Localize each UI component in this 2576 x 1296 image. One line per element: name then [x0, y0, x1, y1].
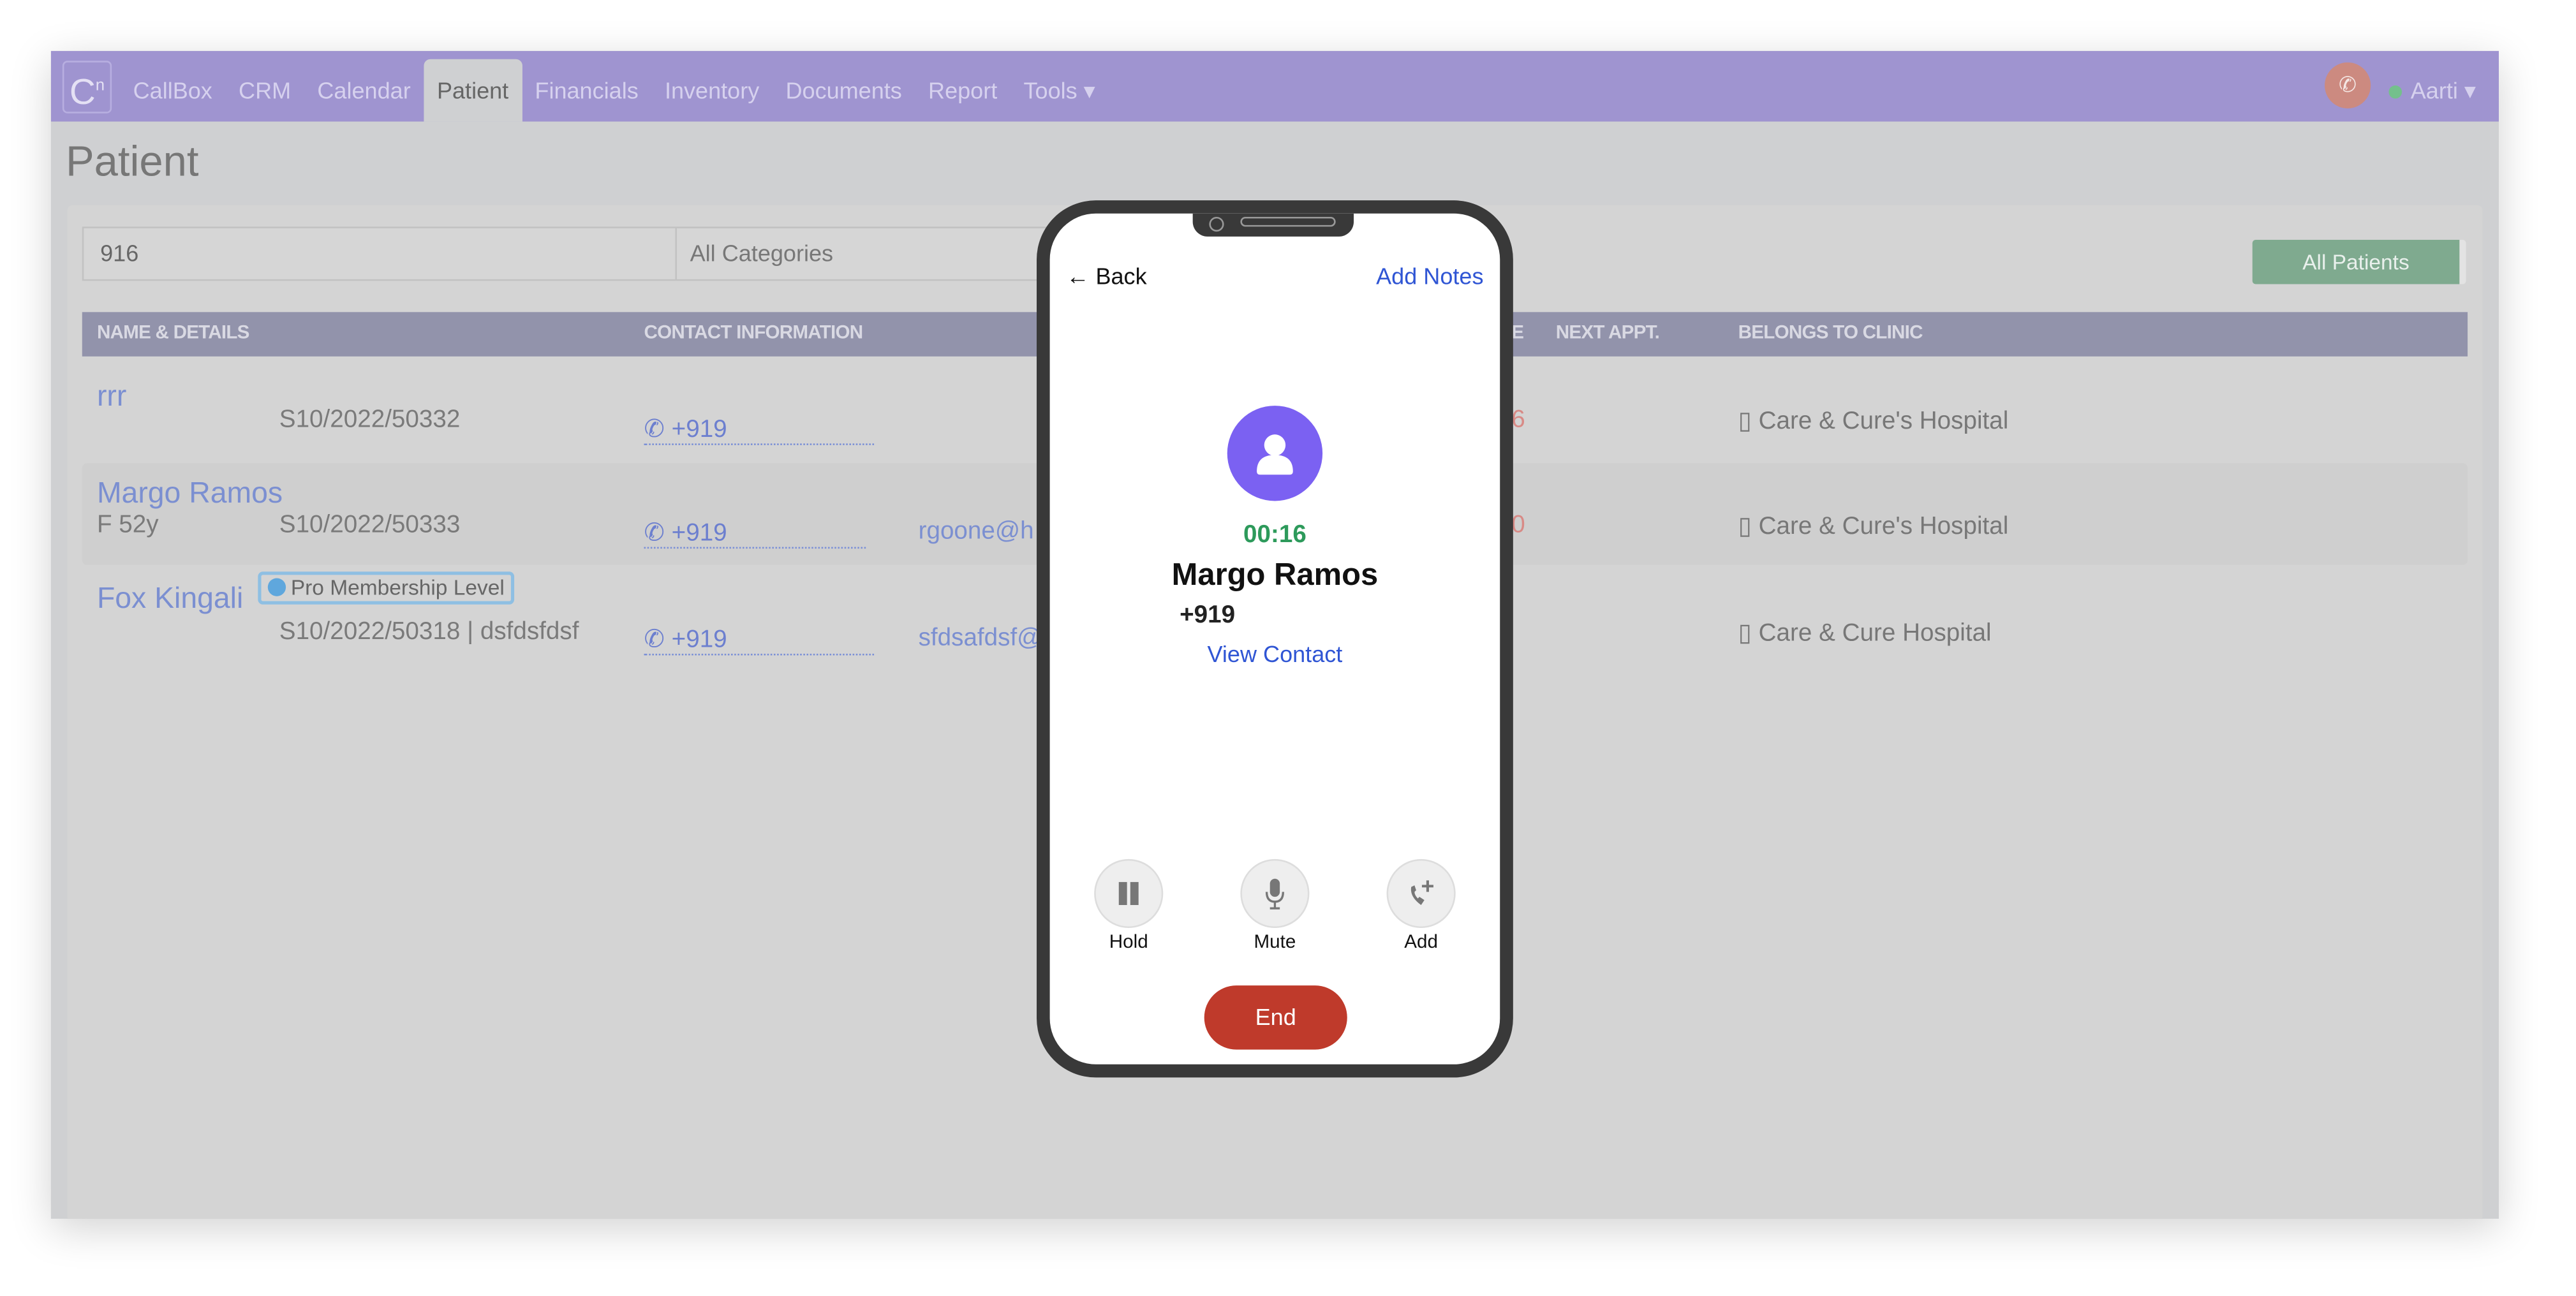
- email-link[interactable]: rgoone@h: [919, 517, 1034, 545]
- nav-inventory[interactable]: Inventory: [651, 51, 773, 122]
- nav-callbox[interactable]: CallBox: [120, 51, 225, 122]
- nav-financials[interactable]: Financials: [522, 51, 652, 122]
- phone-link[interactable]: ✆ +919: [644, 414, 875, 445]
- active-call-icon[interactable]: ✆: [2325, 62, 2371, 108]
- clinic-name: ▯ Care & Cure Hospital: [1738, 619, 1992, 647]
- phone-link[interactable]: ✆ +919: [644, 624, 875, 656]
- caller-name: Margo Ramos: [1171, 558, 1379, 593]
- app-logo[interactable]: Cn: [62, 61, 112, 114]
- add-call-icon: [1410, 880, 1433, 905]
- phone-link[interactable]: ✆ +919: [644, 517, 866, 549]
- user-icon: [1257, 434, 1293, 475]
- nav-report[interactable]: Report: [915, 51, 1010, 122]
- col-next-appt: NEXT APPT.: [1555, 323, 1660, 344]
- top-navbar: Cn CallBox CRM Calendar Patient Financia…: [50, 50, 2499, 122]
- microphone-icon: [1265, 878, 1284, 909]
- phone-number: +919: [671, 415, 727, 444]
- patient-id: S10/2022/50318 | dsfdsfdsf: [279, 617, 579, 646]
- search-input[interactable]: 916: [82, 226, 677, 281]
- col-name: NAME & DETAILS: [96, 323, 250, 344]
- all-patients-button[interactable]: All Patients: [2252, 239, 2466, 284]
- nav-tools-dropdown[interactable]: Tools ▾: [1010, 51, 1109, 122]
- clinic-name: ▯ Care & Cure's Hospital: [1738, 512, 2009, 541]
- page-title: Patient: [66, 136, 199, 186]
- camera-icon: [1209, 216, 1224, 232]
- patient-name-link[interactable]: rrr: [97, 379, 126, 414]
- email-link[interactable]: sfdsafdsf@: [919, 624, 1042, 652]
- nav-patient[interactable]: Patient: [424, 59, 522, 122]
- phone-screen: ← Back Add Notes 00:16 Margo Ramos +919 …: [1049, 213, 1500, 1064]
- add-notes-link[interactable]: Add Notes: [1376, 263, 1483, 289]
- view-contact-link[interactable]: View Contact: [1050, 640, 1500, 666]
- col-partial: E: [1511, 323, 1524, 344]
- logo-letter: C: [69, 71, 96, 112]
- caller-number: +919: [1180, 601, 1236, 630]
- add-label: Add: [1404, 932, 1438, 953]
- clinic-name: ▯ Care & Cure's Hospital: [1738, 407, 2009, 436]
- pause-icon: [1118, 881, 1139, 905]
- phone-notch: [1192, 213, 1354, 237]
- hold-button[interactable]: Hold: [1079, 858, 1178, 953]
- nav-calendar[interactable]: Calendar: [304, 51, 424, 122]
- mute-button[interactable]: Mute: [1225, 858, 1324, 953]
- phone-number: +919: [671, 519, 727, 547]
- call-phone-modal: ← Back Add Notes 00:16 Margo Ramos +919 …: [1037, 200, 1513, 1078]
- clinic-label: Care & Cure Hospital: [1758, 619, 1992, 647]
- call-timer: 00:16: [1243, 520, 1307, 549]
- add-call-button[interactable]: Add: [1372, 858, 1470, 953]
- hold-label: Hold: [1109, 932, 1148, 953]
- online-status-icon: [2389, 85, 2402, 99]
- patient-demographics: F 52y: [96, 510, 159, 539]
- user-name: Aarti ▾: [2410, 77, 2476, 104]
- badge-icon: [267, 578, 286, 596]
- speaker-icon: [1240, 216, 1336, 227]
- category-select[interactable]: All Categories: [677, 226, 1072, 281]
- col-clinic: BELONGS TO CLINIC: [1738, 323, 1923, 344]
- end-call-button[interactable]: End: [1204, 985, 1347, 1050]
- membership-badge: Pro Membership Level: [258, 571, 515, 605]
- patient-id: S10/2022/50332: [279, 406, 461, 434]
- contact-avatar: [1227, 406, 1323, 501]
- badge-label: Pro Membership Level: [290, 575, 505, 600]
- logo-sup: n: [95, 77, 105, 96]
- clinic-label: Care & Cure's Hospital: [1758, 407, 2009, 436]
- patient-id: S10/2022/50333: [279, 510, 461, 539]
- mute-label: Mute: [1254, 932, 1296, 953]
- back-button[interactable]: ← Back: [1066, 263, 1146, 289]
- phone-number: +919: [671, 626, 727, 654]
- partial-value: 0: [1511, 510, 1525, 539]
- nav-crm[interactable]: CRM: [225, 51, 304, 122]
- user-menu[interactable]: Aarti ▾: [2389, 51, 2476, 130]
- col-contact: CONTACT INFORMATION: [644, 323, 864, 344]
- clinic-label: Care & Cure's Hospital: [1758, 512, 2009, 541]
- patient-name-link[interactable]: Fox Kingali: [97, 582, 243, 616]
- nav-documents[interactable]: Documents: [773, 51, 915, 122]
- patient-name-link[interactable]: Margo Ramos: [97, 476, 283, 511]
- partial-value: 6: [1511, 406, 1525, 434]
